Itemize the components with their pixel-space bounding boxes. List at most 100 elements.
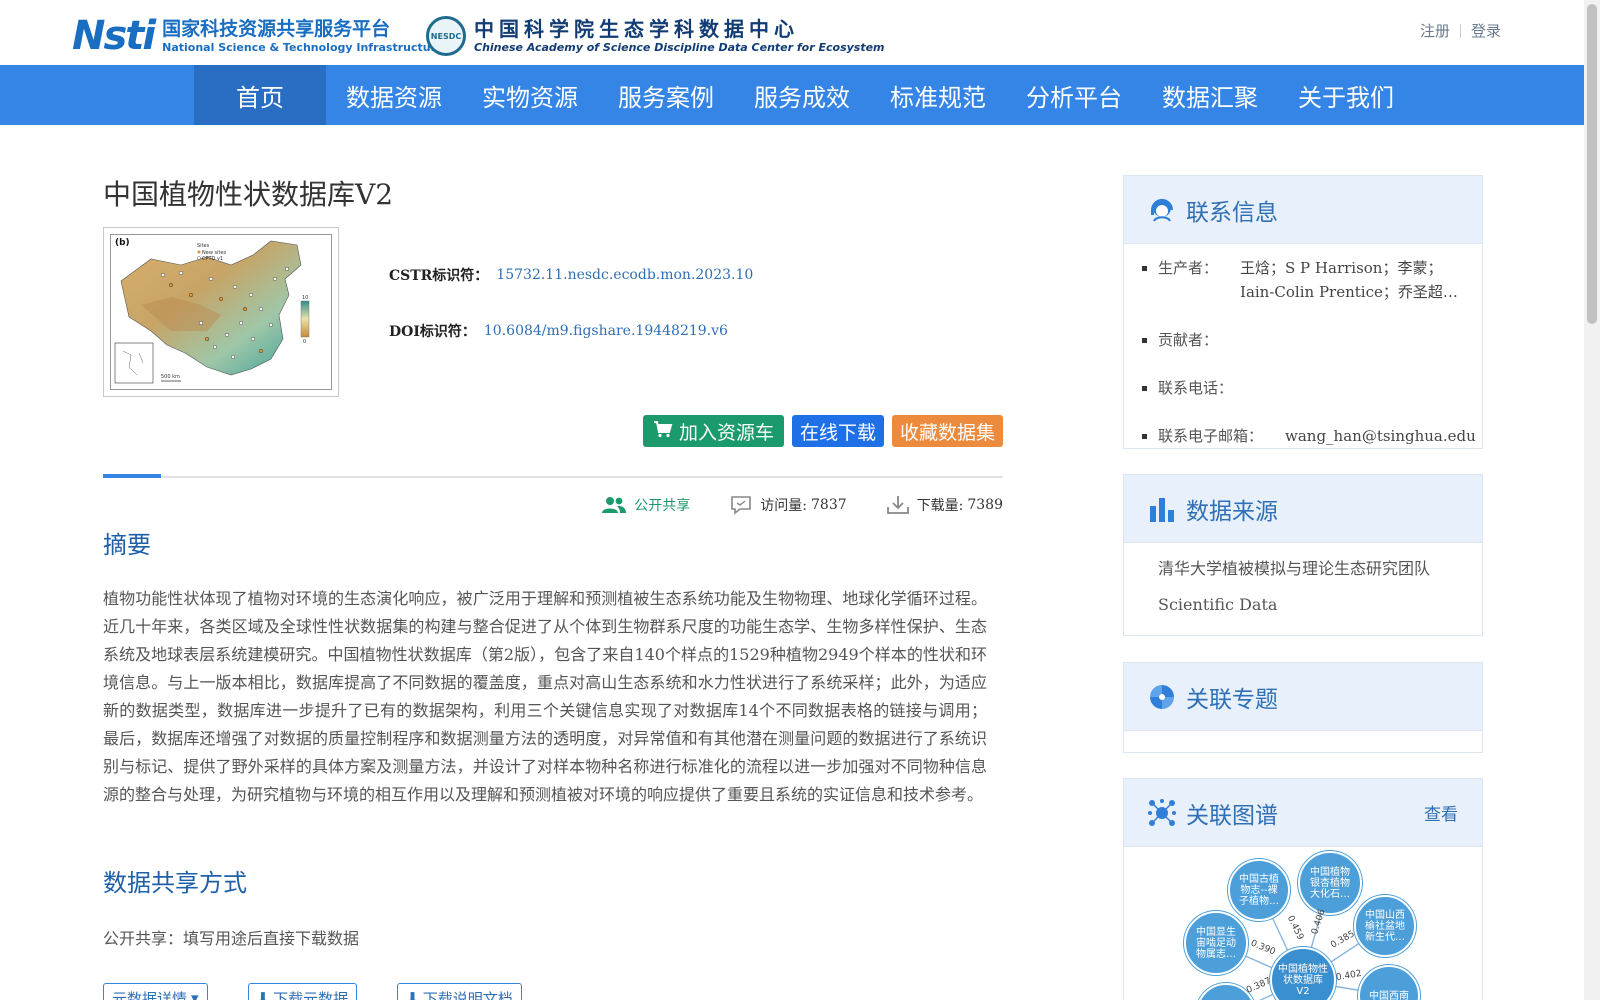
- downloads-count: 7389: [967, 497, 1003, 513]
- source-panel: 数据来源 清华大学植被模拟与理论生态研究团队 Scientific Data: [1123, 474, 1483, 636]
- phone-row: 联系电话：: [1142, 376, 1464, 400]
- doi-label: DOI标识符：: [389, 324, 476, 340]
- visits-label: 访问量:: [760, 498, 807, 514]
- caret-down-icon: ▾: [191, 989, 199, 1000]
- source-item: 清华大学植被模拟与理论生态研究团队: [1158, 559, 1431, 578]
- tab-underline: [103, 476, 1003, 478]
- bar-chart-icon: [1148, 495, 1176, 523]
- graph-node[interactable]: 中国古植物志--裸子植物…: [1228, 859, 1290, 921]
- graph-node[interactable]: 中国山西榆社盆地新生代…: [1354, 895, 1416, 957]
- cart-icon: [653, 420, 673, 443]
- graph-view-link[interactable]: 查看: [1424, 800, 1458, 825]
- register-link[interactable]: 注册: [1420, 20, 1450, 41]
- contributor-row: 贡献者：: [1142, 328, 1464, 352]
- auth-links: 注册 登录: [1420, 20, 1501, 41]
- login-link[interactable]: 登录: [1471, 20, 1501, 41]
- pinwheel-icon: [1148, 683, 1176, 711]
- nav-item-service-cases[interactable]: 服务案例: [598, 65, 734, 125]
- main-nav: 首页 数据资源 实物资源 服务案例 服务成效 标准规范 分析平台 数据汇聚 关于…: [0, 65, 1584, 125]
- dataset-stats: 公开共享 访问量: 7837 下载量: 7389: [562, 495, 1003, 515]
- visits-count: 7837: [811, 497, 847, 513]
- topics-title: 关联专题: [1186, 686, 1278, 713]
- email-label: 联系电子邮箱：: [1158, 427, 1264, 445]
- graph-title: 关联图谱: [1186, 802, 1278, 829]
- graph-panel: 关联图谱 查看 中国古植物志--裸子植物… 中国植物银杏植物大化石… 中国山西榆…: [1123, 778, 1483, 1000]
- download-arrow-icon: ⬇: [406, 989, 419, 1000]
- scrollbar-thumb[interactable]: [1587, 4, 1597, 324]
- online-download-button[interactable]: 在线下载: [791, 415, 884, 447]
- download-doc-button[interactable]: ⬇ 下载说明文档: [397, 983, 522, 1000]
- nsti-logo[interactable]: Nsti 国家科技资源共享服务平台 National Science & Tec…: [72, 16, 444, 56]
- topics-panel: 关联专题: [1123, 662, 1483, 753]
- doi-link[interactable]: 10.6084/m9.figshare.19448219.v6: [484, 323, 728, 339]
- users-icon: [602, 496, 627, 514]
- phone-label: 联系电话：: [1158, 379, 1234, 397]
- nesdc-logo-cn: 中国科学院生态学科数据中心: [474, 17, 799, 41]
- downloads-stat: 下载量: 7389: [886, 495, 1003, 515]
- download-metadata-label: 下载元数据: [273, 989, 349, 1000]
- metadata-details-label: 元数据详情: [112, 989, 188, 1000]
- nsti-logo-cn: 国家科技资源共享服务平台: [162, 18, 391, 40]
- identifiers: CSTR标识符： 15732.11.nesdc.ecodb.mon.2023.1…: [389, 265, 753, 377]
- nav-item-standards[interactable]: 标准规范: [870, 65, 1006, 125]
- dataset-thumbnail[interactable]: (b) Sites New sites CPTD v1 10 0 500 km: [103, 227, 339, 397]
- sharing-heading: 数据共享方式: [103, 869, 247, 897]
- source-item: Scientific Data: [1158, 595, 1278, 614]
- download-metadata-button[interactable]: ⬇ 下载元数据: [247, 983, 358, 1000]
- cstr-row: CSTR标识符： 15732.11.nesdc.ecodb.mon.2023.1…: [389, 265, 753, 285]
- top-header: Nsti 国家科技资源共享服务平台 National Science & Tec…: [0, 0, 1584, 65]
- comment-icon: [730, 495, 752, 515]
- add-to-cart-button[interactable]: 加入资源车: [642, 415, 784, 447]
- thumb-scale-min: 0: [303, 339, 306, 345]
- open-share-label: 公开共享: [634, 498, 691, 514]
- action-buttons: 加入资源车 在线下载 收藏数据集: [642, 415, 1003, 447]
- nsti-logo-en: National Science & Technology Infrastruc…: [162, 41, 444, 54]
- thumb-legend-title: Sites: [197, 243, 210, 249]
- nesdc-logo[interactable]: NESDC 中国科学院生态学科数据中心 Chinese Academy of S…: [426, 16, 885, 56]
- thumb-scale-max: 10: [302, 295, 308, 301]
- page-title: 中国植物性状数据库V2: [103, 178, 394, 211]
- thumb-legend-old: CPTD v1: [202, 256, 223, 262]
- nav-item-analysis-platform[interactable]: 分析平台: [1006, 65, 1142, 125]
- sharing-text: 公开共享：填写用途后直接下载数据: [103, 929, 360, 948]
- graph-node[interactable]: 中国植物银杏植物大化石…: [1298, 851, 1362, 915]
- nav-item-data-aggregation[interactable]: 数据汇聚: [1142, 65, 1278, 125]
- favorite-dataset-button[interactable]: 收藏数据集: [891, 415, 1003, 447]
- nsti-logo-mark: Nsti: [72, 13, 156, 59]
- page-scrollbar[interactable]: [1584, 0, 1600, 1000]
- download-doc-label: 下载说明文档: [422, 989, 513, 1000]
- contact-panel: 联系信息 生产者： 王焓；S P Harrison；李蒙；Iain-Colin …: [1123, 175, 1483, 449]
- contact-title: 联系信息: [1186, 199, 1278, 226]
- metadata-details-button[interactable]: 元数据详情 ▾: [103, 983, 208, 1000]
- nav-item-about-us[interactable]: 关于我们: [1278, 65, 1414, 125]
- abstract-heading: 摘要: [103, 531, 151, 559]
- metadata-buttons: 元数据详情 ▾ ⬇ 下载元数据 ⬇ 下载说明文档: [103, 983, 522, 1000]
- thumb-panel-label: (b): [115, 238, 130, 248]
- auth-divider: [1460, 23, 1462, 38]
- relation-graph: 中国古植物志--裸子植物… 中国植物银杏植物大化石… 中国山西榆社盆地新生代… …: [1124, 847, 1482, 1000]
- email-value[interactable]: wang_han@tsinghua.edu: [1285, 424, 1476, 448]
- cstr-link[interactable]: 15732.11.nesdc.ecodb.mon.2023.10: [496, 267, 753, 283]
- visits-stat: 访问量: 7837: [730, 495, 847, 515]
- add-to-cart-label: 加入资源车: [678, 421, 774, 444]
- nav-item-home[interactable]: 首页: [194, 65, 326, 125]
- china-map-image: (b) Sites New sites CPTD v1 10 0 500 km: [114, 238, 310, 384]
- nav-item-service-outcomes[interactable]: 服务成效: [734, 65, 870, 125]
- downloads-label: 下载量:: [916, 498, 964, 514]
- nesdc-logo-mark: NESDC: [426, 16, 466, 56]
- download-arrow-icon: ⬇: [256, 989, 270, 1000]
- contact-person-icon: [1148, 196, 1176, 224]
- source-title: 数据来源: [1186, 498, 1278, 525]
- thumb-scale-bar: 500 km: [161, 374, 180, 380]
- contributor-label: 贡献者：: [1158, 331, 1219, 349]
- nav-item-data-resources[interactable]: 数据资源: [326, 65, 462, 125]
- abstract-text: 植物功能性状体现了植物对环境的生态演化响应，被广泛用于理解和预测植被生态系统功能…: [103, 589, 987, 804]
- nav-item-physical-resources[interactable]: 实物资源: [462, 65, 598, 125]
- producer-row: 生产者： 王焓；S P Harrison；李蒙；Iain-Colin Prent…: [1142, 256, 1464, 304]
- graph-node[interactable]: 中国显生宙啮足动物属志…: [1184, 911, 1248, 975]
- network-icon: [1148, 798, 1176, 827]
- open-share-stat: 公开共享: [602, 495, 690, 515]
- download-icon: [886, 495, 909, 515]
- nesdc-logo-en: Chinese Academy of Science Discipline Da…: [474, 41, 885, 54]
- tab-active-indicator: [103, 474, 161, 478]
